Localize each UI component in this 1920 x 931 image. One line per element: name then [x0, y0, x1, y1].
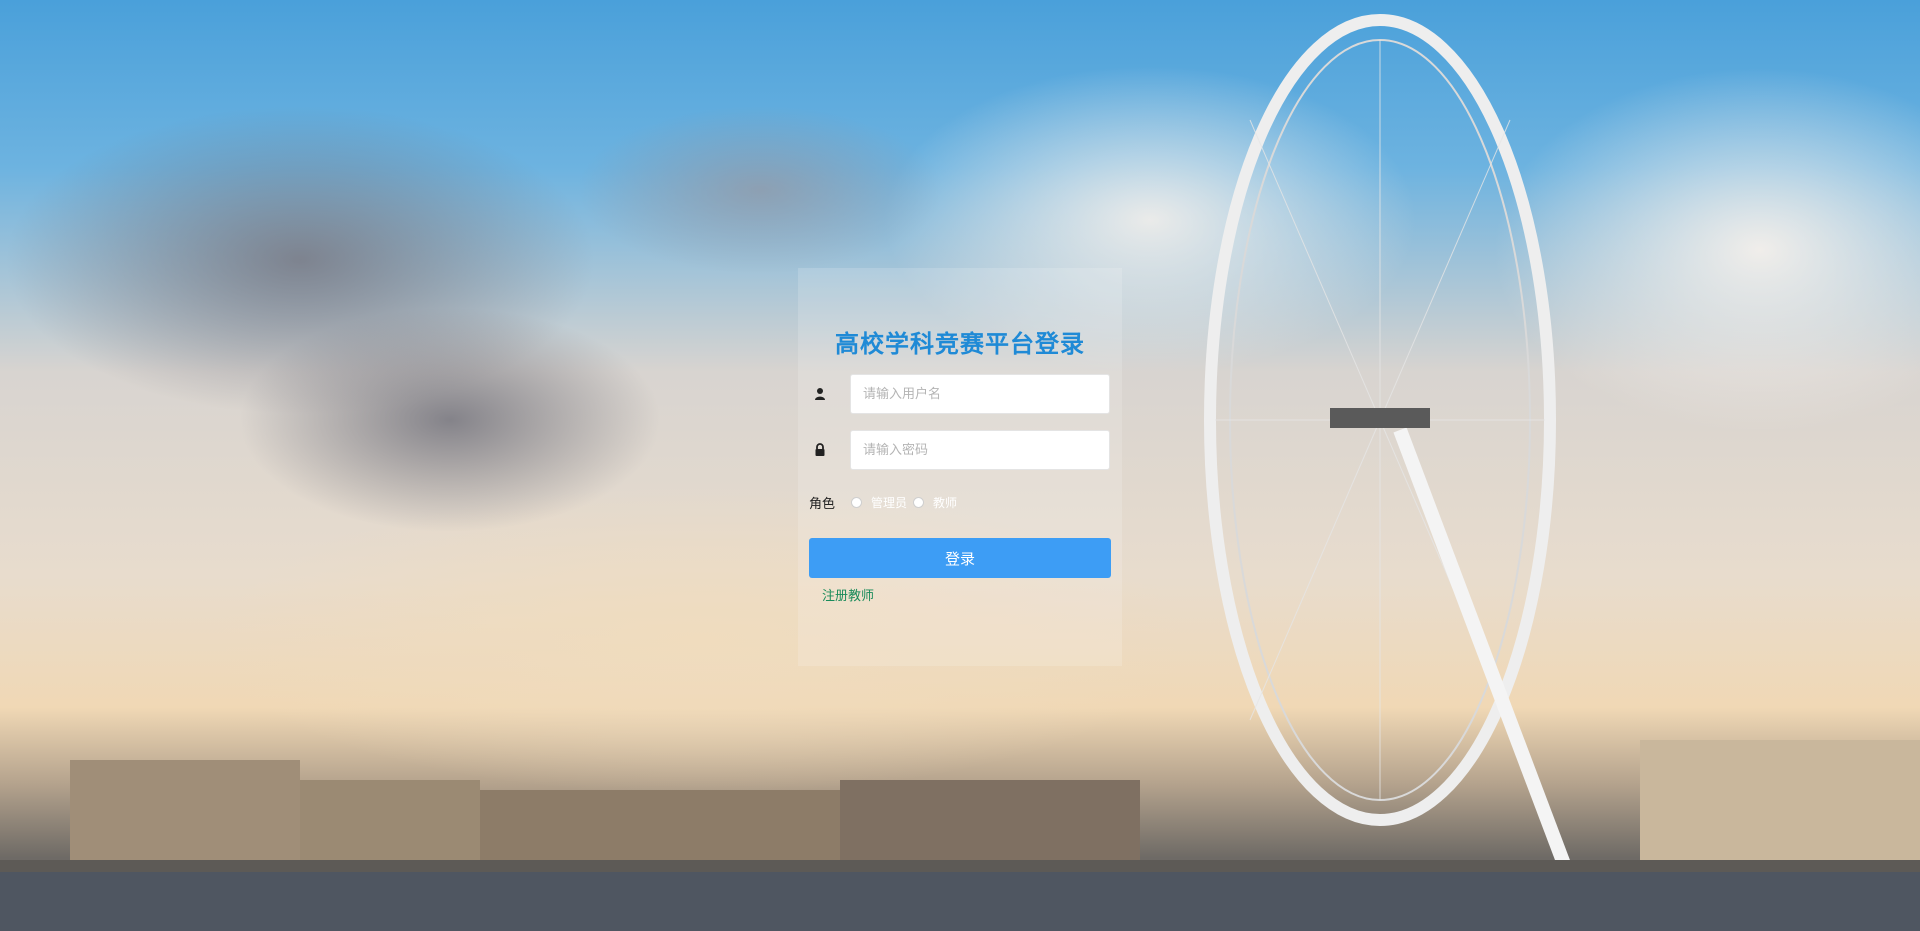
role-teacher-radio[interactable]: 教师 [913, 494, 957, 511]
login-button[interactable]: 登录 [809, 538, 1111, 578]
user-icon [812, 386, 828, 402]
page-title: 高校学科竞赛平台登录 [835, 330, 1085, 358]
city-skyline-image [0, 740, 1920, 931]
lock-icon [812, 442, 828, 458]
role-admin-radio[interactable]: 管理员 [851, 494, 907, 511]
username-input[interactable] [850, 374, 1110, 414]
login-panel: 高校学科竞赛平台登录 角色 管理员 教师 登录 注册教师 [798, 268, 1122, 666]
register-teacher-link[interactable]: 注册教师 [822, 585, 874, 604]
password-input[interactable] [850, 430, 1110, 470]
role-selector: 角色 管理员 教师 [809, 492, 963, 512]
radio-circle-icon[interactable] [851, 496, 863, 508]
role-label: 角色 [809, 496, 836, 512]
password-row [812, 430, 1110, 470]
role-admin-label: 管理员 [871, 495, 908, 510]
username-row [812, 374, 1110, 414]
role-teacher-label: 教师 [933, 495, 958, 510]
radio-circle-icon[interactable] [913, 496, 925, 508]
